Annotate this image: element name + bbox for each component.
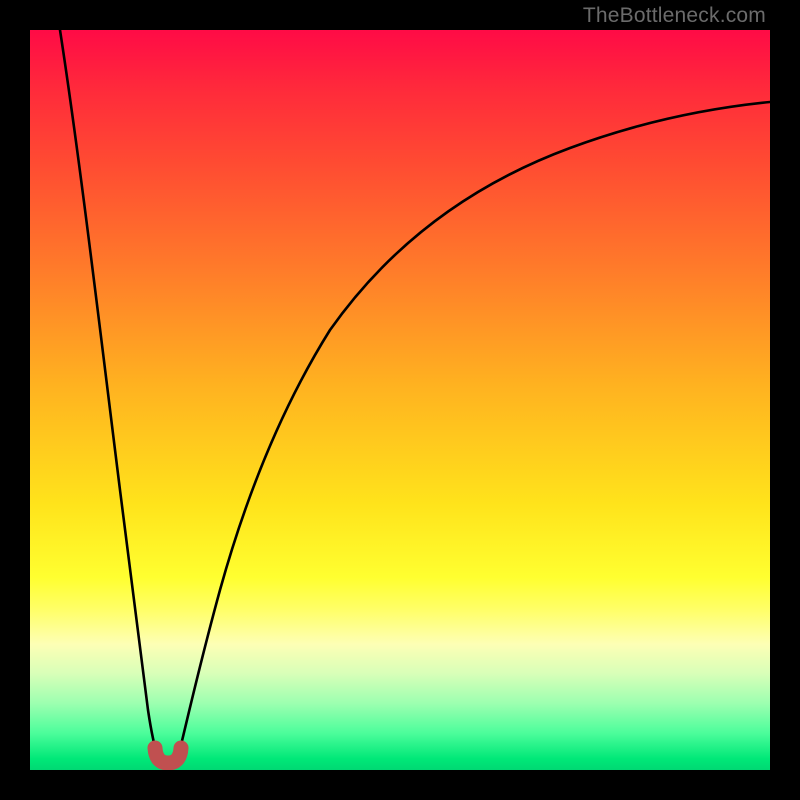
curve-left-branch xyxy=(60,30,158,757)
watermark-text: TheBottleneck.com xyxy=(583,4,766,28)
curves-svg xyxy=(30,30,770,770)
plot-area xyxy=(30,30,770,770)
curve-right-branch xyxy=(178,102,770,757)
minimum-marker-icon xyxy=(155,748,181,763)
chart-frame: TheBottleneck.com xyxy=(0,0,800,800)
